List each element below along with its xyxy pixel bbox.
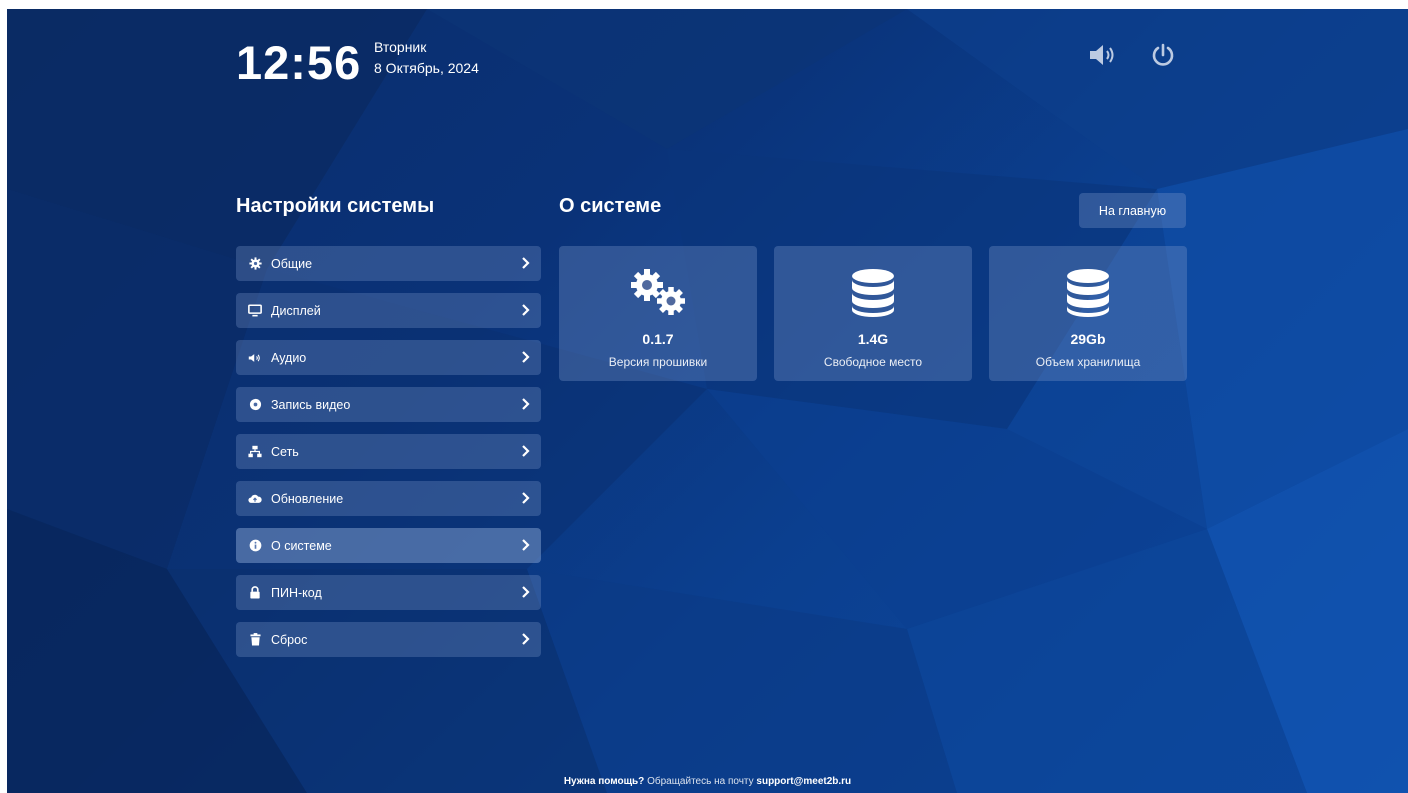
- sidebar-item-label: Общие: [271, 256, 313, 271]
- chevron-right-icon: [522, 539, 530, 551]
- sidebar-item-pin[interactable]: ПИН-код: [236, 575, 541, 610]
- free-space-value: 1.4G: [857, 331, 889, 347]
- system-info-cards: 0.1.7 Версия прошивки 1.4G Свободное мес…: [559, 246, 1187, 381]
- gears-icon: [627, 268, 689, 318]
- chevron-right-icon: [522, 445, 530, 457]
- help-text: Обращайтесь на почту: [647, 776, 754, 787]
- support-footer: Нужна помощь? Обращайтесь на почту suppo…: [7, 776, 1408, 787]
- volume-icon: [248, 351, 262, 365]
- support-email[interactable]: support@meet2b.ru: [756, 776, 851, 787]
- sidebar-item-about[interactable]: О системе: [236, 528, 541, 563]
- chevron-right-icon: [522, 351, 530, 363]
- sidebar-title: Настройки системы: [236, 195, 435, 217]
- sidebar-item-label: Аудио: [271, 350, 307, 365]
- chevron-right-icon: [522, 586, 530, 598]
- chevron-right-icon: [522, 304, 530, 316]
- database-icon: [851, 268, 895, 318]
- chevron-right-icon: [522, 492, 530, 504]
- firmware-label: Версия прошивки: [608, 355, 708, 369]
- settings-menu: Общие Дисплей Аудио Запись видео Сеть Об…: [236, 246, 541, 669]
- sidebar-item-video-recording[interactable]: Запись видео: [236, 387, 541, 422]
- sidebar-item-display[interactable]: Дисплей: [236, 293, 541, 328]
- network-icon: [248, 445, 262, 459]
- firmware-card: 0.1.7 Версия прошивки: [559, 246, 757, 381]
- info-icon: [248, 539, 262, 553]
- monitor-icon: [248, 304, 262, 318]
- storage-label: Объем хранилища: [1035, 355, 1141, 369]
- free-space-label: Свободное место: [823, 355, 923, 369]
- background-pattern: [7, 9, 1408, 793]
- chevron-right-icon: [522, 398, 530, 410]
- sidebar-item-label: Сеть: [271, 444, 299, 459]
- help-prompt: Нужна помощь?: [563, 776, 645, 787]
- free-space-card: 1.4G Свободное место: [774, 246, 972, 381]
- lock-icon: [248, 586, 262, 600]
- weekday: Вторник: [374, 39, 427, 55]
- sidebar-item-update[interactable]: Обновление: [236, 481, 541, 516]
- home-button[interactable]: На главную: [1079, 193, 1186, 228]
- sidebar-item-general[interactable]: Общие: [236, 246, 541, 281]
- date-block: Вторник 8 Октябрь, 2024: [374, 37, 479, 79]
- top-controls: [1086, 41, 1180, 69]
- sidebar-item-network[interactable]: Сеть: [236, 434, 541, 469]
- sidebar-item-label: О системе: [271, 538, 332, 553]
- trash-icon: [248, 633, 262, 647]
- clock-time: 12:56: [236, 36, 362, 89]
- volume-icon[interactable]: [1086, 41, 1120, 69]
- gear-icon: [248, 257, 262, 271]
- screen: 12:56 Вторник 8 Октябрь, 2024 Настройки …: [7, 9, 1408, 793]
- storage-value: 29Gb: [1070, 331, 1106, 347]
- sidebar-item-label: Дисплей: [271, 303, 321, 318]
- chevron-right-icon: [522, 257, 530, 269]
- cloud-upload-icon: [248, 492, 262, 506]
- firmware-version: 0.1.7: [642, 331, 674, 347]
- sidebar-item-reset[interactable]: Сброс: [236, 622, 541, 657]
- page-title: О системе: [559, 195, 662, 217]
- sidebar-item-label: Сброс: [271, 632, 308, 647]
- storage-card: 29Gb Объем хранилища: [989, 246, 1187, 381]
- sidebar-item-label: ПИН-код: [271, 585, 322, 600]
- sidebar-item-label: Обновление: [271, 491, 344, 506]
- date: 8 Октябрь, 2024: [374, 60, 479, 76]
- power-icon[interactable]: [1146, 41, 1180, 69]
- chevron-right-icon: [522, 633, 530, 645]
- database-icon: [1066, 268, 1110, 318]
- record-icon: [248, 398, 262, 412]
- sidebar-item-audio[interactable]: Аудио: [236, 340, 541, 375]
- sidebar-item-label: Запись видео: [271, 397, 351, 412]
